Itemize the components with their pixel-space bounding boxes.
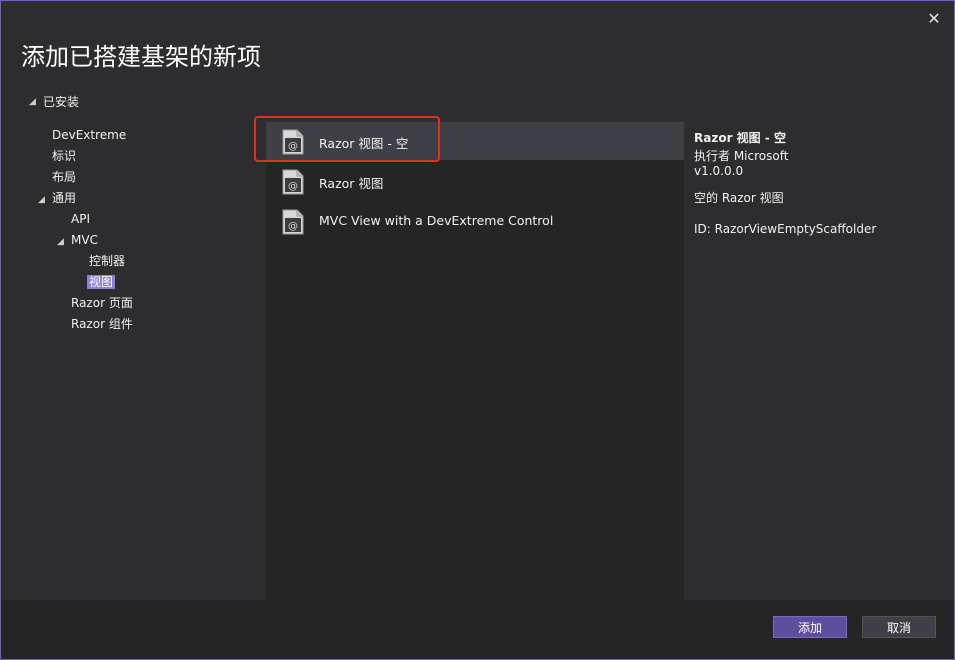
template-label: MVC View with a DevExtreme Control — [319, 213, 554, 228]
tree-installed-label: 已安装 — [43, 95, 80, 109]
template-item-razor-view-empty[interactable]: @ Razor 视图 - 空 — [266, 122, 684, 160]
razor-file-icon: @ — [282, 209, 304, 235]
tree-item-identity[interactable]: 标识 — [52, 147, 76, 165]
template-item-mvc-devextreme[interactable]: @ MVC View with a DevExtreme Control — [266, 202, 684, 240]
tree-item-view[interactable]: 视图 — [87, 273, 116, 291]
tree-item-razor-pages[interactable]: Razor 页面 — [71, 294, 133, 312]
details-description: 空的 Razor 视图 — [694, 191, 784, 205]
add-button[interactable]: 添加 — [773, 616, 847, 638]
tree-item-mvc[interactable]: ◢ MVC — [57, 231, 98, 249]
tree-item-devextreme[interactable]: DevExtreme — [52, 126, 126, 144]
tree-installed-node[interactable]: ◢ 已安装 — [29, 93, 79, 110]
details-author: 执行者 Microsoft — [694, 149, 789, 163]
template-label: Razor 视图 - 空 — [319, 136, 409, 151]
tree-item-controller[interactable]: 控制器 — [89, 252, 125, 270]
razor-file-icon: @ — [282, 129, 304, 155]
collapse-triangle-icon[interactable]: ◢ — [29, 97, 37, 107]
collapse-triangle-icon[interactable]: ◢ — [57, 233, 65, 251]
template-label: Razor 视图 — [319, 176, 384, 191]
svg-text:@: @ — [288, 141, 298, 152]
dialog-footer: 添加 取消 — [1, 600, 954, 659]
razor-file-icon: @ — [282, 169, 304, 195]
template-list: @ Razor 视图 - 空 @ Razor 视图 @ MVC View wit… — [266, 122, 684, 600]
tree-item-layout[interactable]: 布局 — [52, 168, 76, 186]
close-icon[interactable]: ✕ — [924, 9, 944, 29]
details-id: ID: RazorViewEmptyScaffolder — [694, 222, 877, 236]
cancel-button[interactable]: 取消 — [862, 616, 936, 638]
details-name: Razor 视图 - 空 — [694, 131, 786, 145]
svg-text:@: @ — [288, 221, 298, 232]
tree-item-api[interactable]: API — [71, 210, 90, 228]
tree-item-razor-components[interactable]: Razor 组件 — [71, 315, 133, 333]
dialog-title: 添加已搭建基架的新项 — [21, 43, 261, 71]
template-item-razor-view[interactable]: @ Razor 视图 — [266, 162, 684, 200]
details-version: v1.0.0.0 — [694, 164, 744, 178]
tree-item-common[interactable]: ◢ 通用 — [38, 189, 76, 207]
svg-text:@: @ — [288, 181, 298, 192]
collapse-triangle-icon[interactable]: ◢ — [38, 191, 46, 209]
scaffold-dialog: ✕ 添加已搭建基架的新项 ◢ 已安装 DevExtreme 标识 布局 ◢ 通用 … — [0, 0, 955, 660]
